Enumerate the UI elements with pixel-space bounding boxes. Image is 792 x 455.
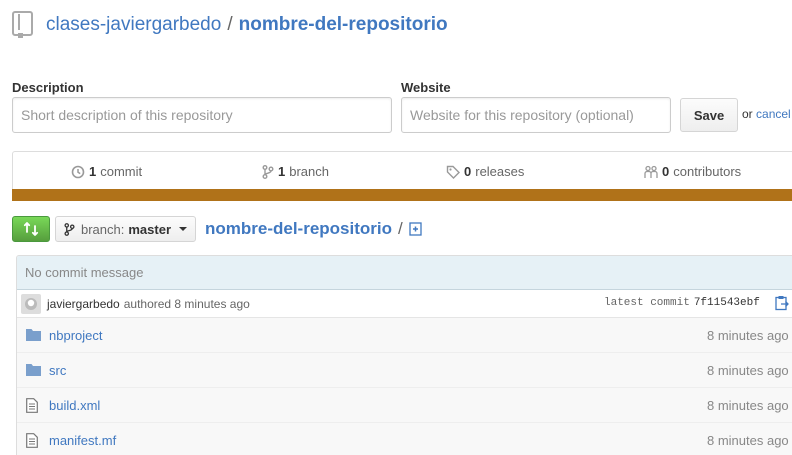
file-listing: No commit message javiergarbedo authored… [16,255,792,455]
file-age: 8 minutes ago [707,363,789,378]
branch-prefix: branch: [81,221,125,237]
file-name-link[interactable]: build.xml [49,398,100,413]
repo-separator: / [227,14,233,35]
organization-icon [644,165,658,178]
compare-button[interactable] [12,216,50,242]
save-button[interactable]: Save [680,98,738,132]
repo-icon [12,11,33,38]
branch-name: master [128,221,172,237]
branch-selector[interactable]: branch: master [55,216,196,242]
octocat-icon [25,297,37,310]
branches-label: branch [289,164,329,179]
file-age: 8 minutes ago [707,398,789,413]
numbers-summary: 1 commit 1 branch 0 releases 0 contribut… [12,151,792,189]
commits-label: commit [100,164,143,179]
file-name-link[interactable]: nbproject [49,328,102,343]
folder-icon [26,364,41,376]
releases-count: 0 [464,164,472,179]
sync-icon [23,222,39,236]
or-text: or [742,107,753,121]
file-row-nbproject[interactable]: nbproject 8 minutes ago [17,318,792,353]
file-row-manifest-mf[interactable]: manifest.mf 8 minutes ago [17,423,792,455]
latest-commit-label: latest commit [604,297,690,309]
file-icon [26,433,38,448]
file-icon [26,398,38,413]
description-label: Description [12,80,84,95]
breadcrumb-separator: / [398,219,403,238]
contributors-label: contributors [673,164,742,179]
new-file-icon[interactable] [409,222,422,236]
releases-label: releases [475,164,525,179]
description-input[interactable] [12,97,392,133]
branch-icon [262,164,274,179]
commit-author-link[interactable]: javiergarbedo [47,297,120,311]
branches-summary[interactable]: 1 branch [262,164,329,179]
repo-header: clases-javiergarbedo / nombre-del-reposito… [12,8,448,42]
commit-message: No commit message [17,256,792,290]
contributors-summary[interactable]: 0 contributors [644,164,741,179]
language-bar[interactable] [12,189,792,201]
chevron-down-icon [179,227,188,231]
file-age: 8 minutes ago [707,433,789,448]
repo-owner-link[interactable]: clases-javiergarbedo [46,14,221,35]
repo-name-link[interactable]: nombre-del-repositorio [239,14,448,35]
cancel-link[interactable]: cancel [756,107,791,121]
commit-sha-link[interactable]: 7f11543ebf [694,297,760,309]
file-row-build-xml[interactable]: build.xml 8 minutes ago [17,388,792,423]
file-name-link[interactable]: src [49,363,66,378]
releases-summary[interactable]: 0 releases [446,164,524,179]
branches-count: 1 [278,164,286,179]
branch-icon [64,222,75,236]
file-age: 8 minutes ago [707,328,789,343]
tag-icon [446,165,460,179]
website-label: Website [401,80,451,95]
clipboard-icon[interactable] [775,295,789,311]
website-input[interactable] [401,97,671,133]
or-cancel: or cancel [742,107,791,121]
history-icon [71,165,85,178]
avatar[interactable] [21,293,41,314]
latest-commit: latest commit 7f11543ebf [604,297,760,309]
commit-authored-time: authored 8 minutes ago [123,296,250,311]
commits-summary[interactable]: 1 commit [71,164,142,179]
breadcrumb-repo-link[interactable]: nombre-del-repositorio [205,219,392,239]
file-name-link[interactable]: manifest.mf [49,433,116,448]
folder-icon [26,329,41,341]
file-row-src[interactable]: src 8 minutes ago [17,353,792,388]
contributors-count: 0 [662,164,670,179]
breadcrumb: nombre-del-repositorio / [205,216,422,242]
commits-count: 1 [89,164,97,179]
repo-title: clases-javiergarbedo / nombre-del-reposito… [46,14,448,36]
commit-meta: javiergarbedo authored 8 minutes ago lat… [17,290,792,318]
